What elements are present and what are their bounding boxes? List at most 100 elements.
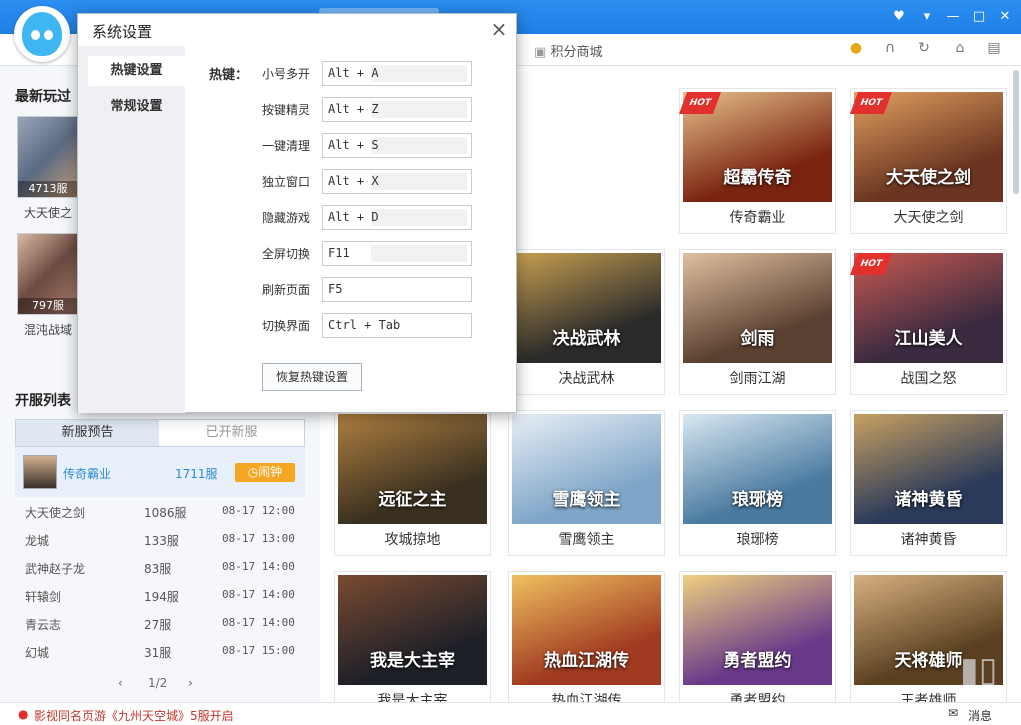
game-card[interactable]: 雪鹰领主雪鹰领主	[508, 410, 665, 556]
server-time: 08-17 14:00	[222, 616, 295, 629]
game-card[interactable]: 剑雨剑雨江湖	[679, 249, 836, 395]
hotkey-field[interactable]: Alt + X	[322, 169, 472, 194]
hotkey-field[interactable]: F5	[322, 277, 472, 302]
game-name[interactable]: 决战武林	[509, 368, 664, 388]
game-name[interactable]: 剑雨江湖	[680, 368, 835, 388]
alarm-button[interactable]: ◷闹钟	[235, 463, 295, 482]
cover-title-art: 雪鹰领主	[518, 485, 655, 510]
next-page-button[interactable]: ›	[188, 676, 193, 690]
coins-icon[interactable]: ●	[846, 40, 866, 60]
restore-hotkeys-button[interactable]: 恢复热键设置	[262, 363, 362, 391]
close-window-icon[interactable]: ✕	[996, 8, 1014, 26]
game-name[interactable]: 大天使之剑	[851, 207, 1006, 227]
server-number: 83服	[144, 560, 171, 577]
tab-new-server-preview[interactable]: 新服预告	[16, 420, 159, 446]
game-card[interactable]: 诸神黄昏诸神黄昏	[850, 410, 1007, 556]
hotkey-row: 小号多开 Alt + A	[238, 61, 478, 87]
server-row[interactable]: 幻城31服08-17 15:00	[25, 644, 295, 672]
hotkey-name: 刷新页面	[238, 281, 310, 298]
refresh-icon[interactable]: ↻	[914, 40, 934, 60]
recent-title: 最新玩过	[15, 86, 71, 106]
game-cover: 雪鹰领主	[512, 414, 661, 524]
tools-icon[interactable]: ⌂	[950, 40, 970, 60]
hotkey-value: F5	[328, 282, 342, 296]
close-icon[interactable]: ×	[488, 18, 510, 40]
game-name[interactable]: 诸神黄昏	[851, 529, 1006, 549]
hotkey-field[interactable]: Ctrl + Tab	[322, 313, 472, 338]
prev-page-button[interactable]: ‹	[118, 676, 123, 690]
cover-title-art: 江山美人	[860, 324, 997, 349]
hotkey-value: Alt + S	[328, 138, 379, 152]
game-name[interactable]: 攻城掠地	[335, 529, 490, 549]
game-cover: 我是大主宰	[338, 575, 487, 685]
cover-title-art: 勇者盟约	[689, 646, 826, 671]
game-thumbnail: 4713服	[17, 116, 79, 198]
alarm-icon: ◷	[248, 465, 258, 479]
game-name[interactable]: 传奇霸业	[680, 207, 835, 227]
hotkey-name: 小号多开	[238, 65, 310, 82]
server-game-name[interactable]: 龙城	[25, 532, 49, 549]
hotkey-field[interactable]: F11	[322, 241, 472, 266]
notice-text[interactable]: 影视同名页游《九州天空城》5服开启	[34, 707, 234, 724]
hotkey-name: 按键精灵	[238, 101, 310, 118]
game-name[interactable]: 琅琊榜	[680, 529, 835, 549]
game-card[interactable]: 琅琊榜琅琊榜	[679, 410, 836, 556]
server-game-name[interactable]: 幻城	[25, 644, 49, 661]
game-card[interactable]: 勇者盟约勇者盟约	[679, 571, 836, 717]
menu-hotkey-settings[interactable]: 热键设置	[88, 56, 185, 86]
scrollbar[interactable]	[1013, 70, 1019, 194]
server-number: 27服	[144, 616, 171, 633]
server-game-name[interactable]: 青云志	[25, 616, 61, 633]
messages-icon[interactable]: ✉	[948, 706, 958, 720]
server-row[interactable]: 青云志 27服 08-17 14:00	[25, 616, 295, 644]
cover-title-art: 琅琊榜	[689, 485, 826, 510]
calendar-icon[interactable]: ▤	[984, 40, 1004, 60]
cover-title-art: 剑雨	[689, 324, 826, 349]
server-row[interactable]: 武神赵子龙83服08-17 14:00	[25, 560, 295, 588]
game-cover: 勇者盟约	[683, 575, 832, 685]
game-card[interactable]: 超霸传奇HOT传奇霸业	[679, 88, 836, 234]
recent-game[interactable]: 4713服 大天使之	[17, 116, 79, 221]
nav-points-mall-label: 积分商城	[550, 45, 602, 60]
server-row[interactable]: 轩辕剑194服08-17 14:00	[25, 588, 295, 616]
highlight-game-name[interactable]: 传奇霸业	[63, 465, 111, 482]
gift-icon[interactable]: ♥	[890, 8, 908, 26]
game-name[interactable]: 战国之怒	[851, 368, 1006, 388]
maximize-icon[interactable]: □	[970, 8, 988, 26]
hotkey-field[interactable]: Alt + Z	[322, 97, 472, 122]
messages-label[interactable]: 消息	[968, 707, 992, 724]
hotkey-field[interactable]: Alt + A	[322, 61, 472, 86]
game-card[interactable]: 江山美人HOT战国之怒	[850, 249, 1007, 395]
game-cover: 远征之主	[338, 414, 487, 524]
server-game-name[interactable]: 轩辕剑	[25, 588, 61, 605]
hotkey-name: 隐藏游戏	[238, 209, 310, 226]
server-row[interactable]: 大天使之剑1086服08-17 12:00	[25, 504, 295, 532]
minimize-icon[interactable]: —	[944, 8, 962, 26]
highlight-server-row[interactable]: 传奇霸业 1711服 ◷闹钟	[15, 447, 305, 497]
menu-general-settings[interactable]: 常规设置	[88, 92, 185, 122]
skin-icon[interactable]: ▾	[918, 8, 936, 26]
tab-opened-servers[interactable]: 已开新服	[159, 420, 304, 446]
gift-box-icon: ▣	[534, 45, 546, 60]
cover-title-art: 热血江湖传	[518, 646, 655, 671]
game-cover: 剑雨	[683, 253, 832, 363]
game-card[interactable]: 大天使之剑HOT大天使之剑	[850, 88, 1007, 234]
hotkey-field[interactable]: Alt + S	[322, 133, 472, 158]
server-game-name[interactable]: 大天使之剑	[25, 504, 85, 521]
nav-points-mall[interactable]: ▣ 积分商城	[534, 41, 602, 60]
hotkey-name: 全屏切换	[238, 245, 310, 262]
game-card[interactable]: 热血江湖传热血江湖传	[508, 571, 665, 717]
hotkey-field[interactable]: Alt + D	[322, 205, 472, 230]
server-time: 08-17 14:00	[222, 588, 295, 601]
game-cover: 热血江湖传	[512, 575, 661, 685]
recent-game[interactable]: 797服 混沌战域	[17, 233, 79, 338]
game-card[interactable]: 决战武林决战武林	[508, 249, 665, 395]
server-time: 08-17 13:00	[222, 532, 295, 545]
server-row[interactable]: 龙城133服08-17 13:00	[25, 532, 295, 560]
field-shade	[371, 209, 467, 226]
headset-icon[interactable]: ∩	[880, 40, 900, 60]
game-card[interactable]: 远征之主攻城掠地	[334, 410, 491, 556]
server-game-name[interactable]: 武神赵子龙	[25, 560, 85, 577]
game-name[interactable]: 雪鹰领主	[509, 529, 664, 549]
game-card[interactable]: 我是大主宰我是大主宰	[334, 571, 491, 717]
